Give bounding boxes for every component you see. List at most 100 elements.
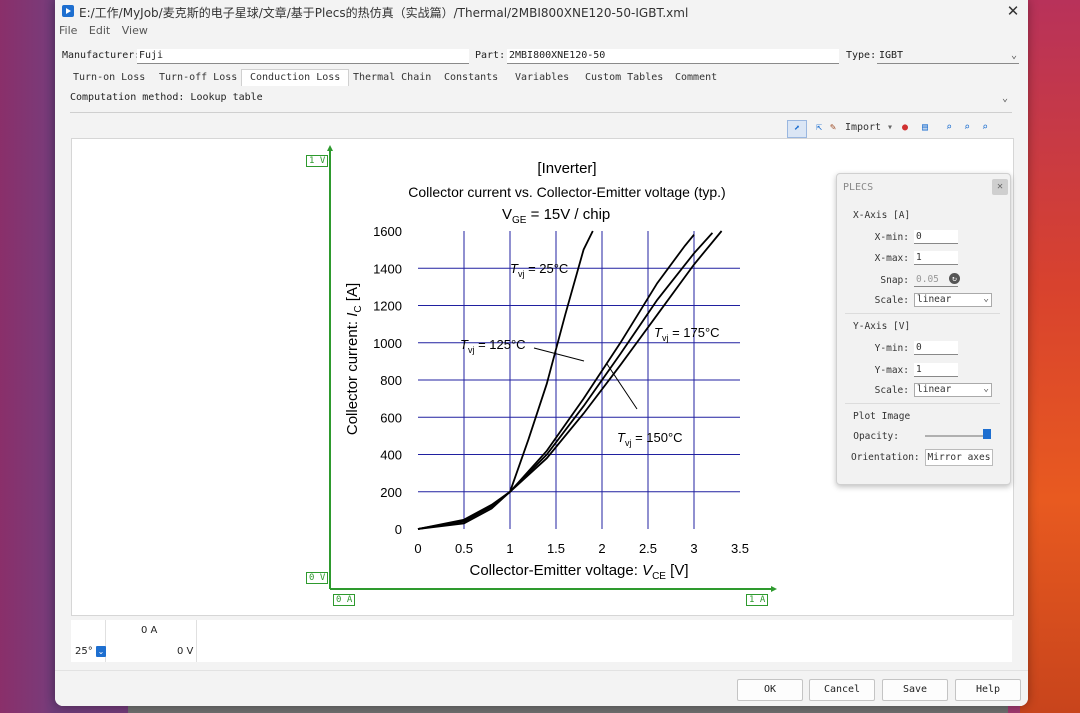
x-tick-label: 3: [690, 541, 697, 556]
zoom-in-icon[interactable]: ⌕: [961, 120, 973, 136]
zoom-out-icon[interactable]: ⌕: [979, 120, 991, 136]
y-axis-label: Collector current: IC [A]: [344, 283, 364, 435]
title-bar: E:/工作/MyJob/麦克斯的电子星球/文章/基于Plecs的热仿真（实战篇）…: [55, 0, 1028, 22]
zoom-fit-icon[interactable]: ⌕: [943, 120, 955, 136]
x-axis-left-label: 0 A: [333, 594, 356, 606]
menu-view[interactable]: View: [122, 24, 148, 37]
close-icon[interactable]: ✕: [1004, 2, 1022, 20]
dialog-close-icon[interactable]: ✕: [992, 179, 1008, 195]
y-axis-bottom-label: 0 V: [306, 572, 329, 584]
import-dropdown-icon[interactable]: ▾: [885, 120, 895, 136]
computation-method-select[interactable]: Computation method: Lookup table ⌄: [70, 92, 1012, 113]
y-max-input[interactable]: 1: [914, 363, 958, 377]
y-tick-label: 200: [380, 485, 402, 500]
series-label: Tvj = 25°C: [510, 261, 568, 279]
chart-subtitle: Collector current vs. Collector-Emitter …: [408, 184, 725, 200]
label-leader-line: [533, 347, 585, 362]
part-label: Part:: [475, 50, 506, 61]
tab-comment[interactable]: Comment: [667, 70, 725, 86]
device-info-row: Manufacturer: Fuji Part: 2MBI800XNE120-5…: [55, 49, 1028, 65]
y-tick-label: 800: [380, 373, 402, 388]
tab-constants[interactable]: Constants: [436, 70, 506, 86]
dialog-footer: OK Cancel Save Help: [55, 670, 1028, 706]
ok-button[interactable]: OK: [737, 679, 803, 701]
tab-custom-tables[interactable]: Custom Tables: [577, 70, 671, 86]
tab-thermal-chain[interactable]: Thermal Chain: [345, 70, 439, 86]
x-scale-label: Scale:: [874, 295, 909, 306]
window-title: E:/工作/MyJob/麦克斯的电子星球/文章/基于Plecs的热仿真（实战篇）…: [79, 6, 689, 20]
x-tick-label: 1: [506, 541, 513, 556]
opacity-slider-thumb[interactable]: [983, 429, 991, 439]
mirror-axes-button[interactable]: Mirror axes: [925, 449, 993, 466]
x-scale-select[interactable]: linear ⌄: [914, 293, 992, 307]
chart-group: 0 200 400 600 800 1000 1200 1400 1600 0 0.5 1 1.5 2 2.…: [344, 160, 749, 582]
cancel-button[interactable]: Cancel: [809, 679, 875, 701]
y-axis-section-title: Y-Axis [V]: [853, 321, 911, 332]
x-axis-arrow-icon: [771, 586, 777, 592]
y-scale-select[interactable]: linear ⌄: [914, 383, 992, 397]
x-axis-right-label: 1 A: [746, 594, 769, 606]
menu-edit[interactable]: Edit: [89, 24, 110, 37]
x-min-input[interactable]: 0: [914, 230, 958, 244]
x-tick-label: 2: [598, 541, 605, 556]
current-header: 0 A: [141, 625, 158, 636]
label-leader-line: [606, 363, 638, 410]
y-scale-value: linear: [917, 384, 952, 395]
menu-bar: File Edit View: [55, 24, 152, 40]
x-max-input[interactable]: 1: [914, 251, 958, 265]
plot-toolbar: ⬈ ⇱ ✎ Import ▾ ● ▤ ⌕ ⌕ ⌕: [787, 120, 1013, 138]
table-icon[interactable]: ▤: [919, 120, 931, 136]
thermal-editor-window: E:/工作/MyJob/麦克斯的电子星球/文章/基于Plecs的热仿真（实战篇）…: [55, 0, 1028, 706]
opacity-slider-track[interactable]: [925, 435, 991, 437]
x-tick-label: 0: [414, 541, 421, 556]
series-label: Tvj = 125°C: [460, 337, 526, 355]
y-axis-arrow-icon: [327, 145, 333, 151]
x-tick-label: 0.5: [455, 541, 473, 556]
series-label: Tvj = 175°C: [654, 325, 720, 343]
tab-conduction-loss[interactable]: Conduction Loss: [241, 69, 350, 86]
snap-label: Snap:: [880, 275, 909, 286]
y-tick-label: 1000: [373, 336, 402, 351]
tab-variables[interactable]: Variables: [507, 70, 577, 86]
x-axis-section-title: X-Axis [A]: [853, 210, 911, 221]
voltage-cell[interactable]: 0 V: [177, 646, 193, 657]
select-icon[interactable]: ⇱: [813, 120, 825, 136]
snap-toggle-icon[interactable]: ↻: [949, 273, 960, 284]
menu-file[interactable]: File: [59, 24, 77, 37]
pencil-icon[interactable]: ✎: [827, 120, 839, 136]
chart-condition: VGE = 15V / chip: [502, 206, 610, 226]
y-tick-label: 1200: [373, 299, 402, 314]
chevron-down-icon: ⌄: [983, 383, 989, 394]
part-field[interactable]: 2MBI800XNE120-50: [507, 49, 839, 64]
tab-turn-on-loss[interactable]: Turn-on Loss: [65, 70, 153, 86]
record-icon[interactable]: ●: [899, 120, 911, 136]
y-tick-label: 1600: [373, 224, 402, 239]
manufacturer-field[interactable]: Fuji: [137, 49, 469, 64]
y-tick-label: 400: [380, 448, 402, 463]
x-min-label: X-min:: [874, 232, 909, 243]
help-button[interactable]: Help: [955, 679, 1021, 701]
tab-turn-off-loss[interactable]: Turn-off Loss: [151, 70, 245, 86]
divider: [845, 403, 1000, 404]
temperature-dropdown-icon[interactable]: ⌄: [96, 646, 106, 657]
series-line: [417, 232, 714, 530]
temperature-value[interactable]: 25°: [75, 646, 93, 657]
pointer-icon[interactable]: ⬈: [787, 120, 807, 138]
y-max-label: Y-max:: [874, 365, 909, 376]
desktop-wallpaper: [1020, 0, 1080, 713]
plecs-axis-dialog: PLECS ✕ X-Axis [A] X-min: 0 X-max: 1 Sna…: [836, 173, 1011, 485]
x-tick-label: 3.5: [731, 541, 749, 556]
type-select[interactable]: IGBT ⌄: [877, 49, 1019, 64]
y-tick-label: 600: [380, 410, 402, 425]
dialog-title: PLECS: [843, 182, 874, 193]
type-value: IGBT: [879, 50, 904, 61]
y-min-input[interactable]: 0: [914, 341, 958, 355]
opacity-label: Opacity:: [853, 431, 899, 442]
y-tick-label: 1400: [373, 261, 402, 276]
manufacturer-label: Manufacturer:: [62, 50, 141, 61]
computation-method-value: Lookup table: [190, 92, 263, 103]
chart-title: [Inverter]: [537, 160, 596, 177]
import-button[interactable]: Import: [843, 120, 883, 136]
save-button[interactable]: Save: [882, 679, 948, 701]
divider: [845, 313, 1000, 314]
